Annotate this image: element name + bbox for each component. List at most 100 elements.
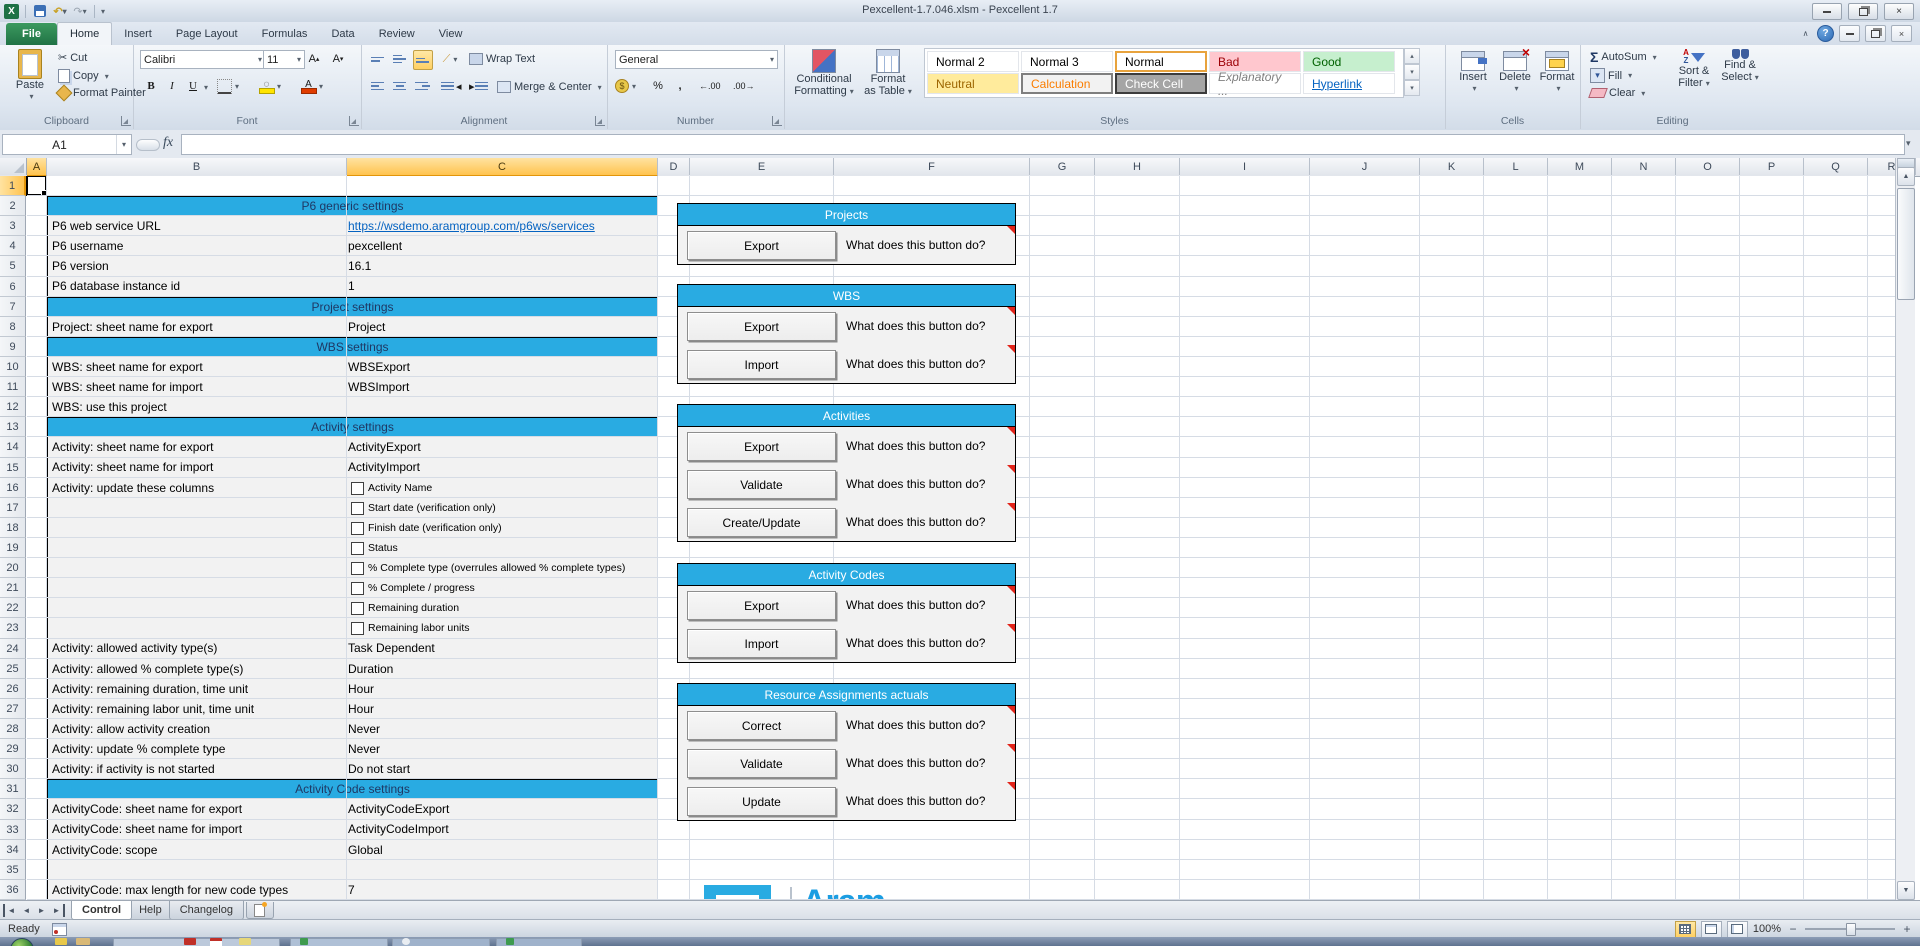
expand-formula-bar-icon[interactable]: ▾ [1906,138,1911,149]
sort-filter-button[interactable]: AZ Sort & Filter▾ [1672,49,1716,90]
checkbox[interactable] [351,602,364,615]
update-button[interactable]: Update [687,787,836,816]
page-layout-view-button[interactable] [1701,921,1722,938]
row-header-28[interactable]: 28 [0,719,26,739]
conditional-formatting-button[interactable]: Conditional Formatting▾ [792,49,856,98]
minimize-workbook-button[interactable] [1839,25,1860,42]
gallery-scroll-down-icon[interactable]: ▾ [1404,64,1420,80]
normal-view-button[interactable] [1675,921,1696,938]
column-header-H[interactable]: H [1095,158,1180,175]
column-header-C[interactable]: C [347,158,658,177]
validate-button[interactable]: Validate [687,749,836,778]
column-header-P[interactable]: P [1740,158,1804,175]
zoom-slider-thumb[interactable] [1846,923,1856,936]
gallery-more-icon[interactable]: ▾ [1404,80,1420,96]
vertical-scrollbar[interactable]: ▲ ▼ [1895,158,1915,900]
checkbox[interactable] [351,522,364,535]
row-header-35[interactable]: 35 [0,860,26,880]
page-break-view-button[interactable] [1727,921,1748,938]
ribbon-tab-data[interactable]: Data [319,23,366,45]
ribbon-tab-file[interactable]: File [6,23,57,45]
autosum-button[interactable]: ΣAutoSum▾ [1590,49,1657,65]
font-family-combo[interactable]: Calibri▾ [140,50,266,69]
underline-dropdown[interactable]: ▾ [204,83,208,92]
find-select-button[interactable]: Find & Select▾ [1718,49,1762,84]
close-workbook-button[interactable]: × [1891,25,1912,42]
export-button[interactable]: Export [687,231,836,260]
restore-window-button[interactable] [1848,3,1878,20]
row-header-27[interactable]: 27 [0,699,26,719]
row-header-29[interactable]: 29 [0,739,26,759]
sheet-tab-control[interactable]: Control [71,901,132,920]
ribbon-tab-home[interactable]: Home [57,22,112,45]
copy-button[interactable]: Copy▾ [58,69,109,83]
taskbar-app-button[interactable] [239,938,251,945]
next-sheet-icon[interactable]: ► [35,904,48,917]
column-header-N[interactable]: N [1612,158,1676,175]
column-header-D[interactable]: D [658,158,690,175]
row-header-23[interactable]: 23 [0,618,26,639]
row-header-17[interactable]: 17 [0,498,26,518]
column-header-A[interactable]: A [27,158,47,177]
taskbar-window-button[interactable] [113,938,280,946]
checkbox[interactable] [351,482,364,495]
column-header-K[interactable]: K [1420,158,1484,175]
decrease-indent-button[interactable]: ◂ [441,77,462,95]
column-header-I[interactable]: I [1180,158,1310,175]
alignment-dialog-launcher[interactable] [595,116,605,126]
insert-cells-button[interactable]: Insert▾ [1453,51,1493,95]
style-normal-2[interactable]: Normal 2 [927,51,1019,72]
insert-worksheet-tab[interactable] [246,902,274,919]
scroll-down-icon[interactable]: ▼ [1897,881,1915,900]
merge-center-button[interactable]: Merge & Center▾ [497,81,602,93]
style-normal[interactable]: Normal [1115,51,1207,72]
select-all-button[interactable] [0,158,27,175]
zoom-out-button[interactable]: − [1786,922,1800,936]
align-top-button[interactable] [369,50,387,68]
format-as-table-button[interactable]: Format as Table▾ [860,49,916,98]
zoom-in-button[interactable]: + [1900,922,1914,936]
paste-button[interactable]: Paste▾ [6,49,54,103]
column-header-L[interactable]: L [1484,158,1548,175]
row-header-1[interactable]: 1 [0,176,26,196]
row-header-8[interactable]: 8 [0,317,26,337]
taskbar-app-button[interactable] [55,938,67,945]
style-check-cell[interactable]: Check Cell [1115,73,1207,94]
vertical-scroll-thumb[interactable] [1897,188,1915,300]
create-update-button[interactable]: Create/Update [687,508,836,537]
export-button[interactable]: Export [687,591,836,620]
column-header-M[interactable]: M [1548,158,1612,175]
help-button[interactable]: ? [1817,25,1834,42]
row-header-30[interactable]: 30 [0,759,26,779]
row-header-19[interactable]: 19 [0,538,26,558]
checkbox[interactable] [351,562,364,575]
macro-record-icon[interactable] [52,923,67,936]
align-right-button[interactable] [413,77,431,95]
accounting-format-button[interactable]: $▾ [615,77,636,95]
checkbox[interactable] [351,502,364,515]
row-header-6[interactable]: 6 [0,277,26,297]
formula-input[interactable] [181,134,1905,155]
ribbon-tab-review[interactable]: Review [367,23,427,45]
column-header-B[interactable]: B [47,158,347,175]
row-header-26[interactable]: 26 [0,679,26,699]
row-header-22[interactable]: 22 [0,598,26,618]
delete-cells-button[interactable]: Delete▾ [1495,51,1535,95]
row-header-4[interactable]: 4 [0,236,26,256]
grow-font-button[interactable]: A▴ [305,50,323,68]
style-normal-3[interactable]: Normal 3 [1021,51,1113,72]
worksheet-grid[interactable]: P6 generic settingsP6 web service URLhtt… [0,176,1895,900]
collapse-ribbon-icon[interactable]: ∧ [1799,27,1812,40]
style-neutral[interactable]: Neutral [927,73,1019,94]
row-header-2[interactable]: 2 [0,196,26,216]
ribbon-tab-view[interactable]: View [427,23,475,45]
borders-button[interactable]: ▾ [217,77,239,95]
start-button[interactable] [10,938,34,946]
name-box[interactable]: A1 ▾ [2,134,132,155]
column-header-Q[interactable]: Q [1804,158,1868,175]
wrap-text-button[interactable]: Wrap Text [469,53,535,65]
checkbox[interactable] [351,622,364,635]
increase-decimal-button[interactable]: ←.00 [699,77,721,95]
export-button[interactable]: Export [687,312,836,341]
insert-function-button[interactable]: fx [163,135,173,151]
